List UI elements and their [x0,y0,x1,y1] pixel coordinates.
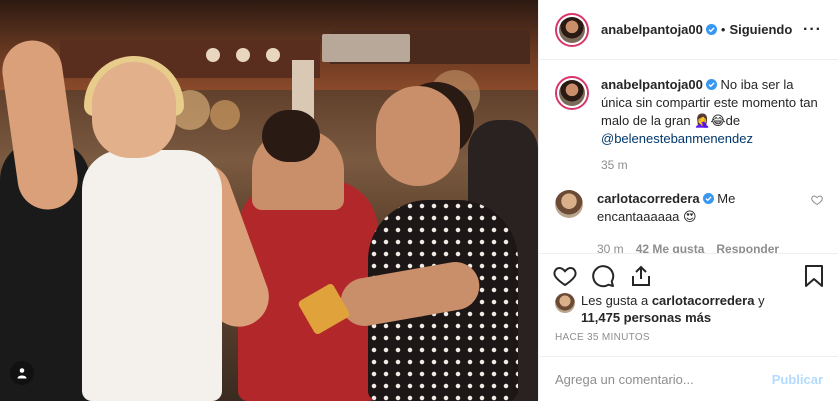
caption-timestamp[interactable]: 35 m [601,156,823,174]
photo-guest-hair [262,110,320,162]
follow-status-button[interactable]: Siguiendo [729,22,792,37]
likes-middle: y [754,293,765,308]
photo-light [206,48,220,62]
author-avatar[interactable] [555,12,589,47]
caption: anabelpantoja00 No iba ser la única sin … [555,76,823,174]
caption-author[interactable]: anabelpantoja00 [601,77,703,92]
photo-bokeh [210,100,240,130]
add-comment-bar: Publicar [539,356,838,401]
post-photo[interactable] [0,0,538,401]
post-time-ago[interactable]: HACE 35 MINUTOS [555,332,650,343]
separator-dot: • [720,22,726,37]
comment-timestamp[interactable]: 30 m [597,240,624,253]
more-horizontal-icon[interactable]: ··· [803,21,822,39]
action-bar [539,256,838,296]
post-header: anabelpantoja00 • Siguiendo ··· [539,0,838,60]
verified-icon [705,24,717,35]
commenter-username[interactable]: carlotacorredera [597,191,700,206]
author-username[interactable]: anabelpantoja00 [601,22,703,37]
liker-avatar[interactable] [555,293,575,313]
heart-icon [553,266,577,287]
comment-icon [592,265,615,288]
share-icon [632,265,650,286]
photo-light [236,48,250,62]
comment-item: carlotacorredera Me encantaaaaaa 😍 30 m … [555,190,823,253]
caption-mention-link[interactable]: @belenestebanmenendez [601,131,753,146]
comments-section: anabelpantoja00 No iba ser la única sin … [539,60,838,254]
photo-bride-face [92,62,176,158]
comment-heart-icon[interactable] [811,194,823,206]
comment-likes-link[interactable]: 42 Me gusta [636,240,705,253]
commenter-avatar[interactable] [555,190,583,218]
save-icon [805,265,823,287]
photo-woman-face [376,86,460,186]
liker-username[interactable]: carlotacorredera [652,293,755,308]
photo-light [266,48,280,62]
verified-icon [705,79,717,90]
comment-reply-button[interactable]: Responder [716,240,779,253]
publish-button[interactable]: Publicar [772,372,823,387]
photo-bride-dress [82,150,222,401]
comment-meta: 30 m 42 Me gusta Responder [597,240,797,253]
photo-vent [322,34,410,62]
caption-emoji: 🤦‍♀️😂 [694,113,726,128]
comment-input[interactable] [555,371,764,387]
likes-summary: Les gusta a carlotacorredera y 11,475 pe… [555,292,825,326]
post-side-panel: anabelpantoja00 • Siguiendo ··· anabelpa… [538,0,838,401]
comment-button[interactable] [591,264,615,288]
user-tag-icon [17,368,27,379]
verified-icon [702,193,714,204]
save-button[interactable] [803,264,825,288]
likes-count-link[interactable]: 11,475 personas más [581,310,711,325]
caption-author-avatar[interactable] [555,76,589,110]
caption-text-after: de [725,113,741,128]
user-tag-button[interactable] [10,361,34,385]
like-button[interactable] [553,264,577,288]
share-button[interactable] [629,264,653,288]
likes-prefix: Les gusta a [581,293,652,308]
